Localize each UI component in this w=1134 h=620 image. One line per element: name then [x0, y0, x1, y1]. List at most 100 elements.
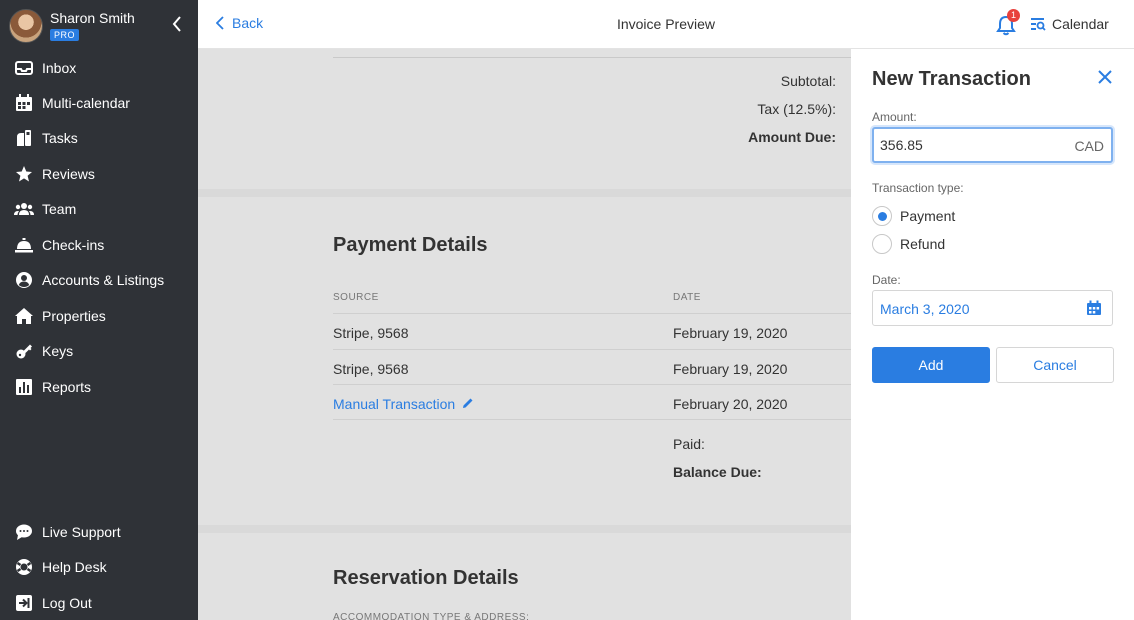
- payment-details-card: Payment Details SOURCE DATE Stripe, 9568…: [198, 197, 851, 525]
- calendar-link[interactable]: Calendar: [1030, 16, 1109, 32]
- user-circle-icon: [14, 270, 34, 290]
- radio-label: Refund: [900, 236, 946, 252]
- avatar: [9, 9, 43, 43]
- sidebar-item-log-out[interactable]: Log Out: [0, 585, 198, 620]
- sidebar-item-tasks[interactable]: Tasks: [0, 120, 198, 155]
- sidebar-item-keys[interactable]: Keys: [0, 333, 198, 368]
- pro-badge: PRO: [50, 29, 80, 41]
- transaction-type-label: Transaction type:: [872, 181, 964, 195]
- radio-payment[interactable]: Payment: [872, 205, 955, 227]
- sidebar-item-label: Accounts & Listings: [42, 271, 165, 288]
- section-title: Reservation Details: [333, 567, 519, 589]
- calendar-label: Calendar: [1052, 16, 1109, 32]
- payment-date: February 20, 2020: [673, 396, 788, 412]
- add-button[interactable]: Add: [872, 347, 990, 383]
- sidebar-item-label: Help Desk: [42, 558, 107, 575]
- close-icon[interactable]: [1097, 69, 1113, 85]
- pencil-icon[interactable]: [462, 397, 474, 409]
- date-label: Date:: [872, 273, 901, 287]
- subtotal-label: Subtotal:: [780, 73, 836, 89]
- chat-icon: [14, 522, 34, 542]
- sidebar-item-accounts-listings[interactable]: Accounts & Listings: [0, 262, 198, 297]
- section-title: Payment Details: [333, 234, 488, 256]
- page-title: Invoice Preview: [616, 16, 716, 32]
- home-icon: [14, 306, 34, 326]
- team-icon: [14, 199, 34, 219]
- table-row: Manual Transaction February 20, 2020: [333, 384, 851, 420]
- sidebar: Sharon Smith PRO Inbox Multi-calendar Ta…: [0, 0, 198, 620]
- balance-due-label: Balance Due:: [673, 464, 762, 480]
- sidebar-item-live-support[interactable]: Live Support: [0, 514, 198, 549]
- sidebar-item-reports[interactable]: Reports: [0, 369, 198, 404]
- invoice-totals-card: Subtotal: Tax (12.5%): Amount Due:: [198, 49, 851, 189]
- sidebar-item-multi-calendar[interactable]: Multi-calendar: [0, 85, 198, 120]
- payment-date: February 19, 2020: [673, 325, 788, 341]
- sidebar-item-label: Live Support: [42, 523, 121, 540]
- chevron-left-icon[interactable]: [170, 14, 184, 34]
- user-name: Sharon Smith: [50, 10, 135, 26]
- paid-label: Paid:: [673, 436, 705, 452]
- column-header-date: DATE: [673, 292, 701, 303]
- bell-desk-icon: [14, 235, 34, 255]
- inbox-icon: [14, 58, 34, 78]
- sidebar-item-label: Team: [42, 200, 77, 217]
- sidebar-item-reviews[interactable]: Reviews: [0, 156, 198, 191]
- manual-transaction-link[interactable]: Manual Transaction: [333, 396, 474, 412]
- radio-button[interactable]: [872, 206, 892, 226]
- sidebar-item-label: Keys: [42, 342, 74, 359]
- user-profile[interactable]: Sharon Smith PRO: [0, 0, 198, 50]
- payment-source: Stripe, 9568: [333, 361, 409, 377]
- amount-label: Amount:: [872, 110, 917, 124]
- currency-label: CAD: [1074, 138, 1104, 154]
- amount-field[interactable]: CAD: [872, 127, 1113, 163]
- cancel-button[interactable]: Cancel: [996, 347, 1114, 383]
- column-header-source: SOURCE: [333, 292, 379, 303]
- calendar-icon: [1087, 300, 1101, 315]
- manual-transaction-label: Manual Transaction: [333, 396, 456, 412]
- date-picker[interactable]: March 3, 2020: [872, 290, 1113, 326]
- logout-icon: [14, 593, 34, 613]
- sidebar-item-team[interactable]: Team: [0, 191, 198, 226]
- divider: [333, 57, 851, 58]
- payment-source: Stripe, 9568: [333, 325, 409, 341]
- amount-due-label: Amount Due:: [748, 129, 836, 145]
- invoice-preview: Subtotal: Tax (12.5%): Amount Due: Payme…: [198, 49, 851, 620]
- top-bar: Back Invoice Preview 1 Calendar: [198, 0, 1134, 49]
- radio-label: Payment: [900, 208, 956, 224]
- key-icon: [14, 341, 34, 361]
- back-label: Back: [232, 15, 264, 31]
- sidebar-item-label: Multi-calendar: [42, 94, 130, 111]
- sidebar-item-label: Tasks: [42, 129, 78, 146]
- sidebar-item-label: Check-ins: [42, 236, 105, 253]
- sidebar-item-inbox[interactable]: Inbox: [0, 50, 198, 85]
- reservation-details-card: Reservation Details ACCOMMODATION TYPE &…: [198, 533, 851, 620]
- sidebar-item-label: Properties: [42, 307, 106, 324]
- panel-title: New Transaction: [872, 68, 1031, 90]
- notification-badge: 1: [1007, 9, 1020, 22]
- star-icon: [14, 164, 34, 184]
- lifebuoy-icon: [14, 557, 34, 577]
- back-button[interactable]: Back: [216, 15, 263, 31]
- sidebar-item-check-ins[interactable]: Check-ins: [0, 227, 198, 262]
- table-row: Stripe, 9568 February 19, 2020: [333, 313, 851, 349]
- sidebar-item-label: Inbox: [42, 59, 77, 76]
- radio-button[interactable]: [872, 234, 892, 254]
- date-value: March 3, 2020: [880, 301, 970, 317]
- chevron-left-icon: [216, 16, 224, 30]
- new-transaction-panel: New Transaction Amount: CAD Transaction …: [851, 49, 1134, 620]
- sidebar-item-label: Reviews: [42, 165, 95, 182]
- sidebar-item-label: Log Out: [42, 594, 92, 611]
- calendar-search-icon: [1031, 18, 1046, 31]
- accommodation-label: ACCOMMODATION TYPE & ADDRESS:: [333, 612, 530, 620]
- tax-label: Tax (12.5%):: [757, 101, 836, 117]
- calendar-grid-icon: [14, 93, 34, 113]
- payment-date: February 19, 2020: [673, 361, 788, 377]
- sidebar-item-help-desk[interactable]: Help Desk: [0, 549, 198, 584]
- amount-input[interactable]: [880, 137, 1040, 153]
- sidebar-item-properties[interactable]: Properties: [0, 298, 198, 333]
- chart-icon: [14, 377, 34, 397]
- sidebar-item-label: Reports: [42, 378, 92, 395]
- radio-refund[interactable]: Refund: [872, 233, 945, 255]
- tasks-icon: [14, 128, 34, 148]
- table-row: Stripe, 9568 February 19, 2020: [333, 349, 851, 385]
